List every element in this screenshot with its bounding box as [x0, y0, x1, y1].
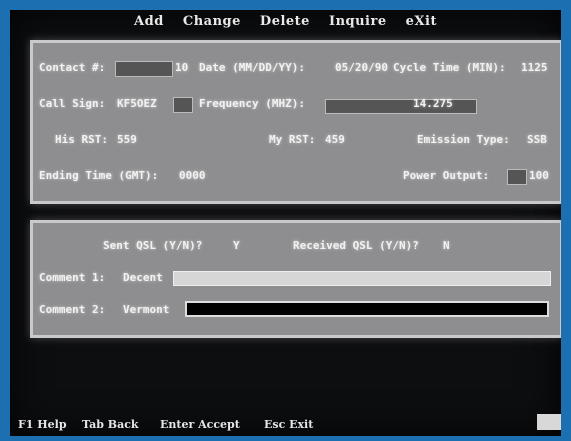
- my-rst-value[interactable]: 459: [325, 133, 345, 146]
- comment1-label: Comment 1:: [39, 271, 106, 284]
- sent-qsl-label: Sent QSL (Y/N)?: [103, 239, 203, 252]
- menu-add[interactable]: Add: [134, 14, 164, 29]
- date-value[interactable]: 05/20/90: [335, 61, 388, 74]
- qsl-panel: Sent QSL (Y/N)? Y Received QSL (Y/N)? N …: [30, 220, 561, 338]
- power-value[interactable]: 100: [529, 169, 549, 182]
- received-qsl-value[interactable]: N: [443, 239, 450, 252]
- menu-exit[interactable]: eXit: [406, 14, 437, 29]
- call-sign-label: Call Sign:: [39, 97, 106, 110]
- comment2-value[interactable]: Vermont: [123, 303, 169, 316]
- his-rst-label: His RST:: [55, 133, 108, 146]
- my-rst-label: My RST:: [269, 133, 316, 146]
- received-qsl-label: Received QSL (Y/N)?: [293, 239, 419, 252]
- status-bar: F1 Help Tab Back Enter Accept Esc Exit: [10, 414, 561, 436]
- call-sign-field-box[interactable]: [173, 97, 193, 113]
- cycle-label: Cycle Time (MIN):: [393, 61, 506, 74]
- emission-value[interactable]: SSB: [527, 133, 547, 146]
- frequency-value[interactable]: 14.275: [413, 97, 453, 110]
- comment2-field-active[interactable]: [185, 301, 549, 317]
- status-enter-accept[interactable]: Enter Accept: [160, 418, 240, 431]
- sent-qsl-value[interactable]: Y: [233, 239, 240, 252]
- date-label: Date (MM/DD/YY):: [199, 61, 305, 74]
- contact-field-box[interactable]: [115, 61, 173, 77]
- status-esc-exit[interactable]: Esc Exit: [264, 418, 313, 431]
- menu-bar: Add Change Delete Inquire eXit: [10, 14, 561, 36]
- frequency-label: Frequency (MHZ):: [199, 97, 305, 110]
- contact-value[interactable]: 10: [175, 61, 188, 74]
- power-field-box[interactable]: [507, 169, 527, 185]
- status-tab-back[interactable]: Tab Back: [82, 418, 139, 431]
- menu-inquire[interactable]: Inquire: [329, 14, 387, 29]
- ending-time-value[interactable]: 0000: [179, 169, 206, 182]
- ending-time-label: Ending Time (GMT):: [39, 169, 159, 182]
- contact-label: Contact #:: [39, 61, 106, 74]
- frequency-field-box[interactable]: [325, 99, 477, 114]
- status-f1-help[interactable]: F1 Help: [18, 418, 67, 431]
- dos-screen: Add Change Delete Inquire eXit Contact #…: [10, 10, 561, 436]
- comment1-value[interactable]: Decent: [123, 271, 163, 284]
- call-sign-value[interactable]: KF5OEZ: [117, 97, 157, 110]
- record-panel: Contact #: 10 Date (MM/DD/YY): 05/20/90 …: [30, 40, 561, 204]
- menu-change[interactable]: Change: [183, 14, 241, 29]
- his-rst-value[interactable]: 559: [117, 133, 137, 146]
- comment1-field[interactable]: [173, 271, 551, 286]
- menu-delete[interactable]: Delete: [260, 14, 310, 29]
- status-indicator: [537, 414, 561, 430]
- comment2-label: Comment 2:: [39, 303, 106, 316]
- emission-label: Emission Type:: [417, 133, 510, 146]
- power-label: Power Output:: [403, 169, 490, 182]
- cycle-value[interactable]: 1125: [521, 61, 548, 74]
